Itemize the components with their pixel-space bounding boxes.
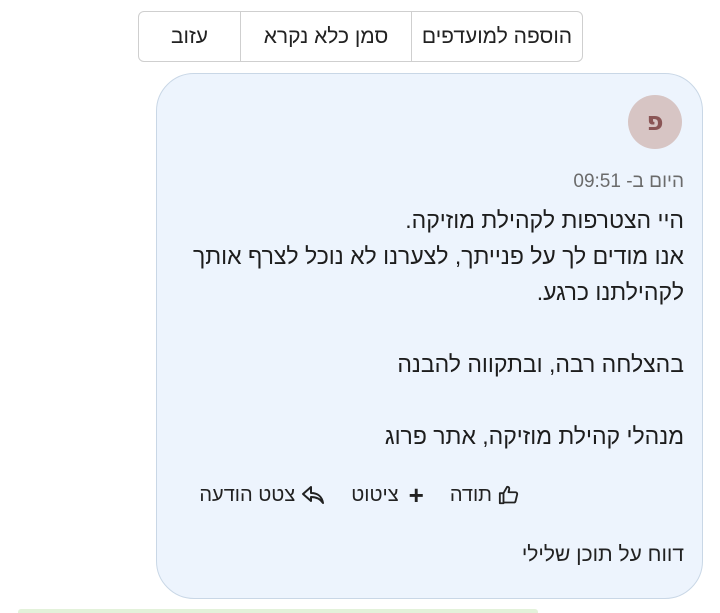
thanks-label: תודה (449, 483, 492, 506)
quote-button[interactable]: + ציטוט (351, 482, 424, 508)
quote-message-button[interactable]: צטט הודעה (199, 484, 325, 507)
quote-label: ציטוט (351, 483, 399, 506)
message-paragraph: בהצלחה רבה, ובתקווה להבנה (397, 351, 684, 377)
plus-icon: + (408, 480, 424, 510)
message-paragraph: היי הצטרפות לקהילת מוזיקה. אנו מודים לך … (192, 207, 684, 305)
message-actions: תודה + ציטוט צטט הודעה (199, 482, 520, 508)
message-timestamp: היום ב- 09:51 (573, 171, 684, 192)
reply-arrow-icon (301, 485, 325, 505)
report-negative-content-link[interactable]: דווח על תוכן שלילי (522, 543, 684, 567)
message-signature: מנהלי קהילת מוזיקה, אתר פרוג (384, 423, 684, 449)
thanks-button[interactable]: תודה (450, 484, 520, 507)
quote-message-label: צטט הודעה (199, 483, 296, 506)
message-body: היי הצטרפות לקהילת מוזיקה. אנו מודים לך … (184, 202, 684, 454)
message-card: פ היום ב- 09:51 היי הצטרפות לקהילת מוזיק… (156, 73, 703, 599)
avatar[interactable]: פ (628, 95, 682, 149)
thumbs-up-icon (498, 484, 520, 506)
leave-button[interactable]: עזוב (139, 12, 241, 61)
next-message-edge (18, 609, 538, 613)
message-toolbar: הוספה למועדפים סמן כלא נקרא עזוב (138, 11, 583, 62)
add-to-favorites-button[interactable]: הוספה למועדפים (412, 12, 582, 61)
mark-as-unread-button[interactable]: סמן כלא נקרא (241, 12, 412, 61)
